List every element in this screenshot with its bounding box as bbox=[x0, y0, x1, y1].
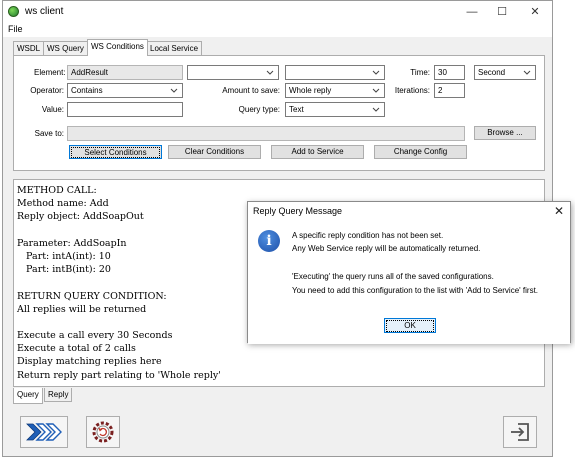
window-title: ws client bbox=[25, 6, 64, 17]
dialog-title: Reply Query Message bbox=[253, 206, 343, 216]
output-line: METHOD CALL: bbox=[17, 185, 97, 196]
change-config-button[interactable]: Change Config bbox=[374, 145, 467, 159]
clear-conditions-button[interactable]: Clear Conditions bbox=[168, 145, 261, 159]
dialog-message-line: 'Executing' the query runs all of the sa… bbox=[292, 272, 494, 281]
query-type-value: Text bbox=[289, 105, 304, 114]
value-label: Value: bbox=[41, 105, 64, 114]
select-conditions-button[interactable]: Select Conditions bbox=[69, 145, 162, 159]
value-field[interactable] bbox=[67, 102, 183, 117]
operator-label: Operator: bbox=[30, 86, 64, 95]
dialog-body: i A specific reply condition has not bee… bbox=[248, 221, 570, 344]
menu-file[interactable]: File bbox=[8, 24, 23, 34]
time-unit-value: Second bbox=[478, 68, 506, 77]
tab-reply[interactable]: Reply bbox=[44, 388, 73, 402]
chevron-down-icon bbox=[372, 88, 380, 93]
element-label: Element: bbox=[34, 68, 66, 77]
element-combo-1[interactable] bbox=[187, 65, 279, 80]
output-line: Display matching replies here bbox=[17, 356, 162, 368]
tab-ws-conditions[interactable]: WS Conditions bbox=[87, 39, 148, 56]
output-line: Return reply part relating to 'Whole rep… bbox=[17, 369, 221, 381]
tab-local-service[interactable]: Local Service bbox=[146, 41, 203, 56]
iterations-field[interactable]: 2 bbox=[434, 83, 465, 98]
conditions-panel: Element: AddResult Time: 30 Second Opera… bbox=[13, 55, 545, 171]
amount-to-save-select[interactable]: Whole reply bbox=[285, 83, 385, 98]
chevron-down-icon bbox=[372, 70, 380, 75]
select-conditions-label: Select Conditions bbox=[71, 147, 160, 158]
minimize-button[interactable]: — bbox=[458, 3, 486, 21]
dialog-close-button[interactable]: ✕ bbox=[554, 204, 564, 218]
amount-to-save-value: Whole reply bbox=[289, 86, 332, 95]
browse-button[interactable]: Browse ... bbox=[474, 126, 536, 140]
settings-gear-icon bbox=[92, 421, 114, 443]
dialog-title-bar[interactable]: Reply Query Message ✕ bbox=[248, 202, 570, 221]
time-unit-select[interactable]: Second bbox=[474, 65, 536, 80]
chevron-down-icon bbox=[523, 70, 531, 75]
add-to-service-button[interactable]: Add to Service bbox=[271, 145, 364, 159]
query-type-label: Query type: bbox=[238, 105, 280, 114]
output-line: Execute a total of 2 calls bbox=[17, 343, 136, 355]
tab-wsdl[interactable]: WSDL bbox=[13, 41, 45, 56]
close-button[interactable]: ✕ bbox=[521, 3, 549, 21]
app-icon bbox=[8, 6, 19, 17]
ok-button[interactable]: OK bbox=[384, 318, 436, 333]
tab-query[interactable]: Query bbox=[13, 388, 43, 404]
element-combo-2[interactable] bbox=[285, 65, 385, 80]
exit-button[interactable] bbox=[503, 416, 537, 448]
save-to-label: Save to: bbox=[34, 129, 64, 138]
tab-ws-query[interactable]: WS Query bbox=[43, 41, 88, 56]
dialog-message-line: A specific reply condition has not been … bbox=[292, 231, 444, 240]
dialog-message-line: You need to add this configuration to th… bbox=[292, 286, 539, 295]
ok-button-label: OK bbox=[386, 320, 434, 332]
iterations-label: Iterations: bbox=[394, 86, 430, 95]
info-icon: i bbox=[258, 230, 280, 252]
chevron-down-icon bbox=[170, 88, 178, 93]
chevron-down-icon bbox=[266, 70, 274, 75]
query-type-select[interactable]: Text bbox=[285, 102, 385, 117]
title-bar[interactable]: ws client — ☐ ✕ bbox=[3, 1, 552, 23]
operator-value: Contains bbox=[71, 86, 103, 95]
time-label: Time: bbox=[410, 68, 430, 77]
element-field[interactable]: AddResult bbox=[67, 65, 183, 80]
exit-icon bbox=[511, 423, 529, 441]
chevron-down-icon bbox=[372, 107, 380, 112]
run-queries-button[interactable] bbox=[20, 416, 68, 448]
dialog-message-line: Any Web Service reply will be automatica… bbox=[292, 244, 481, 253]
menu-bar: File bbox=[3, 23, 552, 37]
reply-query-message-dialog: Reply Query Message ✕ i A specific reply… bbox=[247, 201, 571, 344]
settings-button[interactable] bbox=[86, 416, 120, 448]
amount-to-save-label: Amount to save: bbox=[222, 86, 280, 95]
operator-select[interactable]: Contains bbox=[67, 83, 183, 98]
run-queries-icon bbox=[26, 423, 62, 441]
time-field[interactable]: 30 bbox=[434, 65, 465, 80]
maximize-button[interactable]: ☐ bbox=[488, 3, 516, 21]
save-to-field[interactable] bbox=[67, 126, 465, 141]
